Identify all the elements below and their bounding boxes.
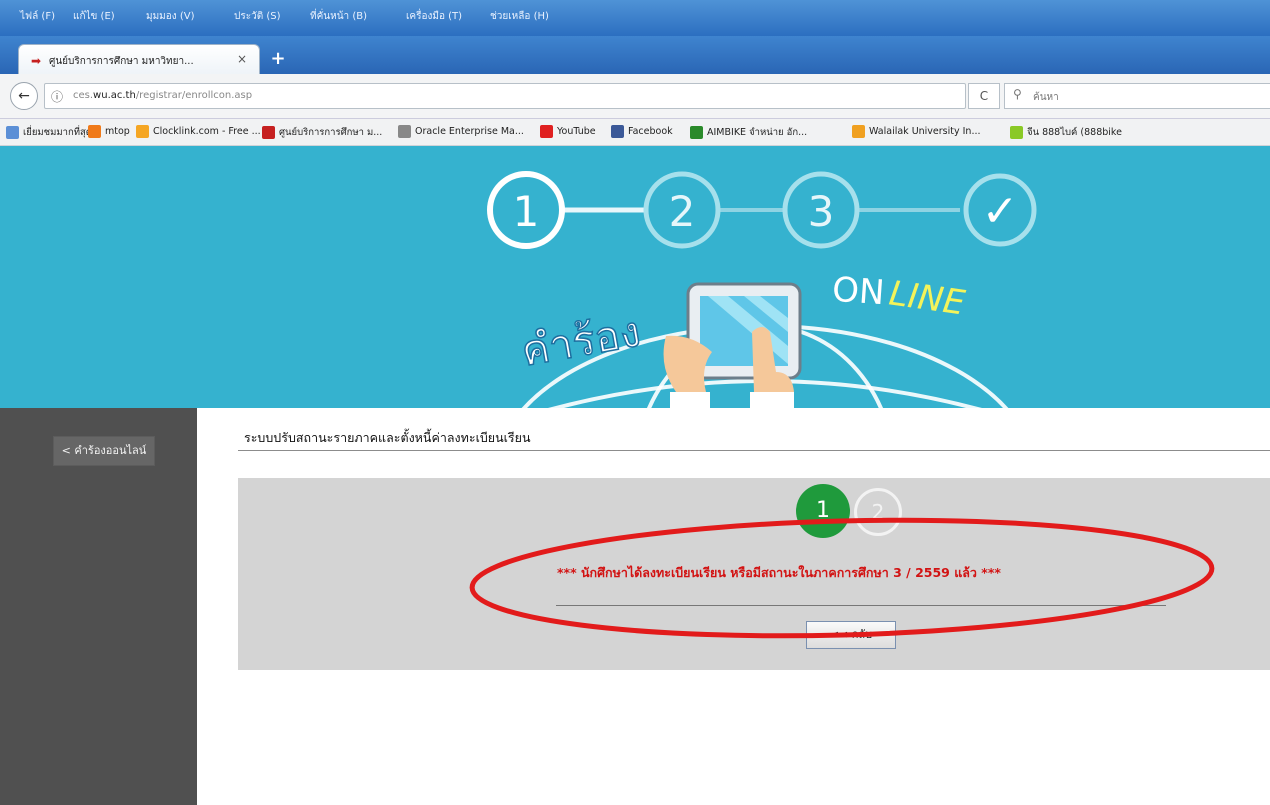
tablet-icon [663,282,802,408]
bookmark-icon [6,126,19,139]
menu-edit[interactable]: แก้ไข (E) [73,9,115,24]
banner-check-icon: ✓ [982,186,1019,237]
arrow-favicon-icon: ➡ [31,54,42,68]
bookmarks-toolbar: เยี่ยมชมมากที่สุด mtop Clocklink.com - F… [0,119,1270,146]
menu-tools[interactable]: เครื่องมือ (T) [406,9,462,24]
bookmark-icon [540,125,553,138]
bookmark-icon [852,125,865,138]
online-request-menu-button[interactable]: < คำร้องออนไลน์ [53,436,155,466]
banner-word-line: LINE [887,273,968,323]
bookmark-mtop[interactable]: mtop [88,125,130,138]
search-input[interactable]: ⚲ ค้นหา [1004,83,1270,109]
bookmark-facebook[interactable]: Facebook [611,125,673,138]
back-button[interactable]: ← [10,82,38,110]
bookmark-education-center[interactable]: ศูนย์บริการการศึกษา ม... [262,125,382,140]
menu-bookmarks[interactable]: ที่คั่นหน้า (B) [310,9,367,24]
new-tab-button[interactable]: + [265,47,291,71]
tab-title: ศูนย์บริการการศึกษา มหาวิทยา... [49,56,194,67]
online-request-banner: 1 2 3 ✓ คำร้อง ON LINE [0,146,1270,408]
bookmark-clocklink[interactable]: Clocklink.com - Free ... [136,125,261,138]
browser-tab[interactable]: ➡ ศูนย์บริการการศึกษา มหาวิทยา... × [18,44,260,75]
url-text: ces.wu.ac.th/registrar/enrollcon.asp [73,90,253,101]
bookmark-icon [88,125,101,138]
bookmark-icon [136,125,149,138]
menu-bar: ไฟล์ (F) แก้ไข (E) มุมมอง (V) ประวัติ (S… [0,0,1270,36]
search-placeholder: ค้นหา [1033,92,1059,103]
reload-button[interactable]: C [968,83,1000,109]
step-2-indicator: 2 [854,488,902,536]
banner-step-1-label: 1 [513,187,540,236]
step-1-indicator: 1 [796,484,850,538]
title-divider [238,450,1270,451]
banner-step-3-label: 3 [808,187,835,236]
bookmark-most-visited[interactable]: เยี่ยมชมมากที่สุด [6,125,92,140]
back-page-button[interactable]: << กลับ [806,621,896,649]
menu-file[interactable]: ไฟล์ (F) [20,9,55,24]
menu-view[interactable]: มุมมอง (V) [146,9,195,24]
bookmark-icon [611,125,624,138]
error-message: *** นักศึกษาได้ลงทะเบียนเรียน หรือมีสถาน… [557,565,1001,580]
sidebar [0,408,197,805]
bookmark-icon [1010,126,1023,139]
banner-step-2-label: 2 [669,187,696,236]
panel-divider [556,605,1166,606]
bookmark-icon [262,126,275,139]
info-icon[interactable]: ⓘ [51,88,63,105]
page-title: ระบบปรับสถานะรายภาคและตั้งหนี้ค่าลงทะเบี… [244,430,531,445]
menu-history[interactable]: ประวัติ (S) [234,9,281,24]
close-tab-icon[interactable]: × [237,52,247,66]
bookmark-icon [690,126,703,139]
bookmark-888bike[interactable]: จีน 888ไบค์ (888bike [1010,125,1122,140]
bookmark-youtube[interactable]: YouTube [540,125,596,138]
banner-word-request: คำร้อง [517,307,644,376]
bookmark-aimbike[interactable]: AIMBIKE จำหน่าย อัก... [690,125,807,140]
url-bar[interactable]: ⓘ ces.wu.ac.th/registrar/enrollcon.asp [44,83,966,109]
banner-graphic: 1 2 3 ✓ คำร้อง ON LINE [487,171,1037,408]
banner-word-on: ON [831,270,886,314]
search-icon: ⚲ [1013,87,1022,101]
menu-help[interactable]: ช่วยเหลือ (H) [490,9,549,24]
bookmark-walailak[interactable]: Walailak University In... [852,125,981,138]
bookmark-icon [398,125,411,138]
bookmark-oracle[interactable]: Oracle Enterprise Ma... [398,125,524,138]
